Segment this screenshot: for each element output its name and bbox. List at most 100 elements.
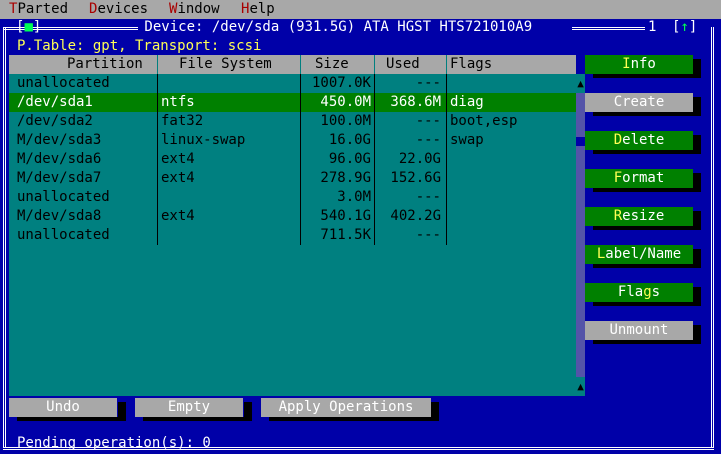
partition-size: 450.0M (320, 94, 371, 110)
menu-tparted[interactable]: TParted (9, 0, 68, 19)
file-system: ext4 (161, 208, 195, 224)
resize-button[interactable]: Resize (585, 207, 693, 226)
button-shadow (118, 402, 126, 421)
partition-row[interactable]: unallocated 3.0M --- (9, 188, 576, 207)
file-system: ext4 (161, 170, 195, 186)
button-shadow (269, 417, 439, 421)
label-name-button[interactable]: Label/Name (585, 245, 693, 264)
button-shadow (143, 417, 252, 421)
column-separator (446, 74, 447, 245)
column-size[interactable]: Size (315, 55, 349, 74)
column-partition[interactable]: Partition (67, 55, 143, 74)
column-flags[interactable]: Flags (450, 55, 492, 74)
button-shadow (593, 188, 701, 192)
partition-size: 3.0M (337, 189, 371, 205)
window-frame-right (711, 27, 714, 447)
partition-row[interactable]: /dev/sda1 ntfs 450.0M 368.6M diag (9, 93, 576, 112)
window-zoom-box[interactable]: [↑] (672, 18, 697, 37)
partition-row[interactable]: M/dev/sda3 linux-swap 16.0G --- swap (9, 131, 576, 150)
column-file-system[interactable]: File System (179, 55, 272, 74)
file-system: ntfs (161, 94, 195, 110)
button-hotkey: R (613, 208, 623, 224)
button-label: s (651, 284, 661, 300)
partition-flags: diag (450, 94, 484, 110)
partition-row[interactable]: unallocated 711.5K --- (9, 226, 576, 245)
partition-used: --- (415, 227, 441, 243)
apply-operations-button[interactable]: Apply Operations (261, 398, 431, 417)
window-frame-left (3, 27, 6, 447)
button-shadow (431, 402, 439, 421)
header-separator (300, 55, 301, 74)
button-label: nfo (630, 56, 656, 72)
button-shadow (593, 340, 701, 344)
header-separator (157, 55, 158, 74)
button-label: esize (622, 208, 665, 224)
partition-name: unallocated (17, 227, 110, 243)
partition-used: --- (415, 113, 441, 129)
scroll-up-arrow-icon[interactable]: ▲ (576, 74, 585, 93)
partition-used: 152.6G (390, 170, 441, 186)
button-label: Create (613, 94, 665, 110)
unmount-button[interactable]: Unmount (585, 321, 693, 340)
column-separator (300, 74, 301, 245)
partition-used: --- (415, 189, 441, 205)
button-shadow (593, 112, 701, 116)
partition-used: --- (415, 75, 441, 91)
partition-row[interactable]: M/dev/sda7 ext4 278.9G 152.6G (9, 169, 576, 188)
delete-button[interactable]: Delete (585, 131, 693, 150)
button-label: abel/Name (605, 246, 682, 262)
partition-name: M/dev/sda7 (17, 170, 102, 186)
partition-size: 96.0G (328, 151, 371, 167)
menu-label: Parted (17, 1, 69, 17)
menu-window[interactable]: Window (169, 0, 220, 19)
menu-help[interactable]: Help (241, 0, 275, 19)
partition-name: unallocated (17, 189, 110, 205)
button-shadow (693, 97, 701, 116)
pending-operations-status: Pending operation(s): 0 (17, 435, 211, 451)
button-shadow (693, 173, 701, 192)
button-shadow (693, 325, 701, 344)
button-label: Unmount (609, 322, 669, 338)
partition-size: 16.0G (328, 132, 371, 148)
partition-row[interactable]: unallocated 1007.0K --- (9, 74, 576, 93)
button-shadow (593, 226, 701, 230)
file-system: ext4 (161, 151, 195, 167)
partition-size: 1007.0K (311, 75, 371, 91)
partition-size: 278.9G (320, 170, 371, 186)
menu-bar: TParted Devices Window Help (0, 0, 721, 19)
menu-label: evices (97, 1, 149, 17)
partition-name: M/dev/sda6 (17, 151, 102, 167)
column-separator (374, 74, 375, 245)
column-used[interactable]: Used (386, 55, 420, 74)
table-header: Partition File System Size Used Flags (9, 55, 576, 74)
partition-used: 402.2G (390, 208, 441, 224)
scroll-down-arrow-icon[interactable]: ▲ (576, 377, 585, 396)
undo-button[interactable]: Undo (9, 398, 117, 417)
button-shadow (593, 150, 701, 154)
column-separator (157, 74, 158, 245)
menu-devices[interactable]: Devices (89, 0, 148, 19)
button-hotkey: D (613, 132, 623, 148)
header-separator (374, 55, 375, 74)
file-system: linux-swap (161, 132, 246, 148)
create-button[interactable]: Create (585, 93, 693, 112)
button-shadow (593, 302, 701, 306)
button-shadow (693, 287, 701, 306)
button-shadow (593, 264, 701, 268)
scroll-track[interactable] (576, 93, 585, 377)
partition-row[interactable]: /dev/sda2 fat32 100.0M --- boot,esp (9, 112, 576, 131)
partition-row[interactable]: M/dev/sda6 ext4 96.0G 22.0G (9, 150, 576, 169)
window-close-box[interactable]: [■] (16, 18, 41, 37)
partition-flags: boot,esp (450, 113, 518, 129)
partition-table-info: P.Table: gpt, Transport: scsi (17, 38, 262, 54)
info-button[interactable]: Info (585, 55, 693, 74)
flags-button[interactable]: Flags (585, 283, 693, 302)
partition-row[interactable]: M/dev/sda8 ext4 540.1G 402.2G (9, 207, 576, 226)
partition-name: M/dev/sda3 (17, 132, 102, 148)
partition-size: 711.5K (320, 227, 371, 243)
empty-button[interactable]: Empty (135, 398, 243, 417)
button-shadow (244, 402, 252, 421)
format-button[interactable]: Format (585, 169, 693, 188)
partition-size: 100.0M (320, 113, 371, 129)
scroll-thumb[interactable] (576, 137, 585, 146)
